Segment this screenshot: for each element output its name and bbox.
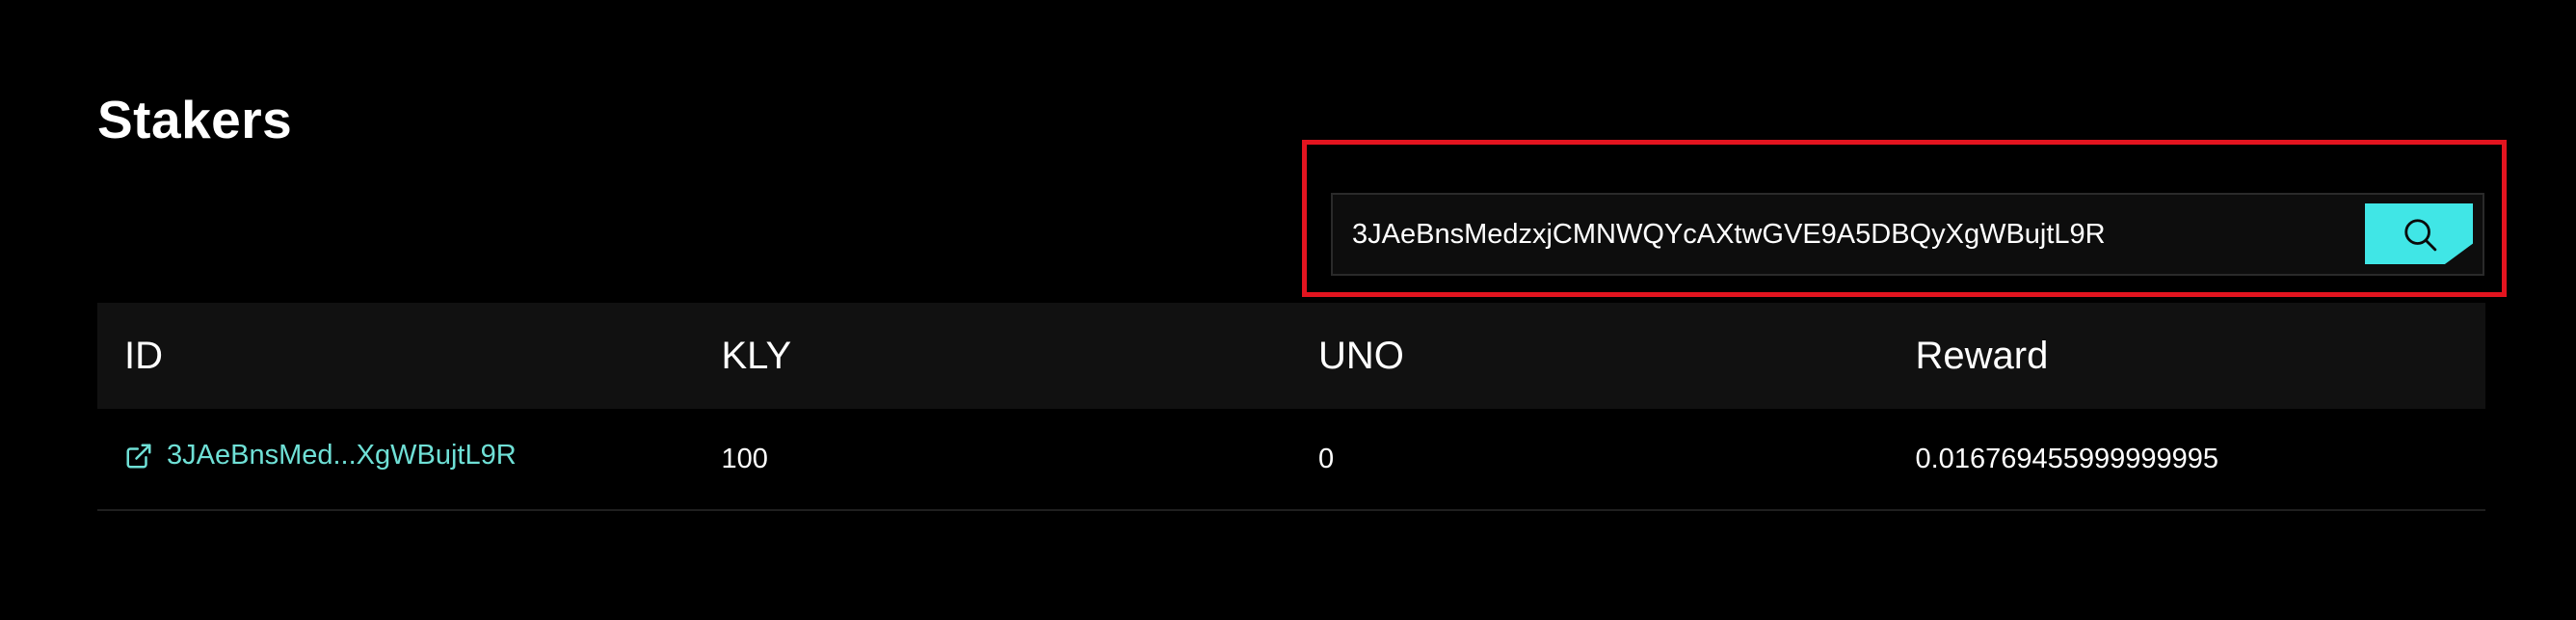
staker-id-text: 3JAeBnsMed...XgWBujtL9R	[167, 440, 517, 472]
page-title: Stakers	[97, 90, 293, 149]
cell-id: 3JAeBnsMed...XgWBujtL9R	[97, 440, 695, 478]
search-button[interactable]	[2365, 203, 2473, 264]
stakers-table: ID KLY UNO Reward 3JAeBnsMed...XgWBujtL9…	[97, 303, 2485, 511]
search-bar	[1331, 193, 2484, 276]
column-header-reward: Reward	[1915, 334, 2049, 377]
column-header-uno: UNO	[1318, 334, 1404, 377]
search-input[interactable]	[1352, 195, 2335, 274]
external-link-icon	[126, 444, 151, 469]
cell-reward: 0.016769455999999995	[1915, 443, 2219, 474]
cell-uno: 0	[1318, 443, 1335, 474]
staker-id-link[interactable]: 3JAeBnsMed...XgWBujtL9R	[124, 440, 517, 472]
table-header: ID KLY UNO Reward	[97, 303, 2485, 409]
cell-kly: 100	[721, 443, 768, 474]
search-icon	[2404, 219, 2437, 252]
table-row: 3JAeBnsMed...XgWBujtL9R 100 0 0.01676945…	[97, 409, 2485, 511]
column-header-kly: KLY	[721, 334, 792, 377]
column-header-id: ID	[124, 334, 163, 377]
